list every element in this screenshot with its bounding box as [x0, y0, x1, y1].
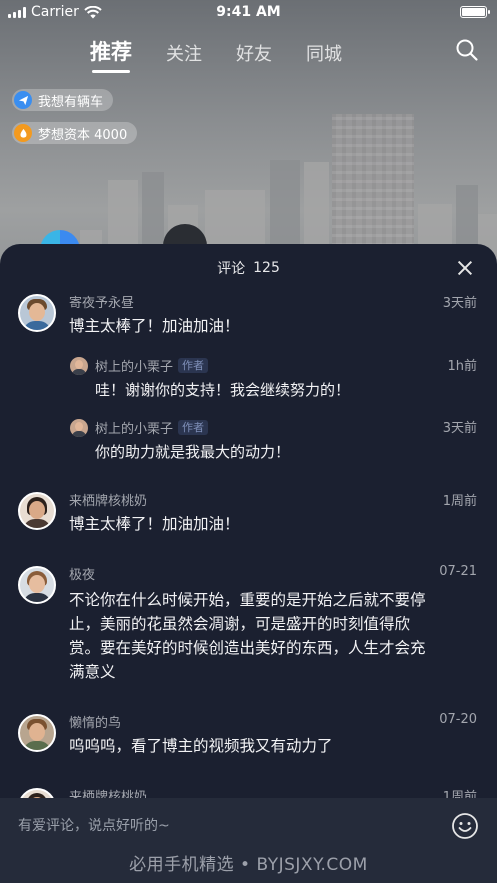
avatar[interactable]: [18, 714, 56, 752]
comment-title: 评论: [217, 261, 246, 277]
comment-author[interactable]: 寄夜予永昼: [69, 292, 134, 311]
comment-time: 07-20: [439, 712, 477, 727]
emoji-icon[interactable]: [451, 812, 479, 840]
reply-avatar[interactable]: [70, 357, 88, 375]
reply-author-name: 树上的小栗子: [95, 360, 174, 375]
reply-author[interactable]: 树上的小栗子 作者: [95, 356, 209, 375]
comment-input[interactable]: [18, 814, 428, 838]
reply-text: 哇！谢谢你的支持！我会继续努力的！: [95, 381, 351, 399]
avatar[interactable]: [18, 566, 56, 604]
tab-nearby[interactable]: 同城: [306, 40, 342, 66]
battery-icon: [460, 6, 490, 18]
wish-tag-capital[interactable]: 梦想资本 4000: [12, 122, 138, 144]
comment-text: 博主太棒了！加油加油！: [69, 515, 240, 533]
comment-text: 博主太棒了！加油加油！: [69, 317, 240, 335]
author-badge: 作者: [178, 358, 209, 373]
avatar[interactable]: [18, 492, 56, 530]
status-time: 9:41 AM: [216, 4, 281, 20]
close-icon[interactable]: [457, 260, 473, 276]
comment-author[interactable]: 来栖牌核桃奶: [69, 490, 147, 509]
reply-text: 你的助力就是我最大的动力！: [95, 443, 291, 461]
coin-icon: [14, 124, 32, 142]
wish-tag-capital-label: 梦想资本 4000: [38, 127, 128, 143]
reply-time: 1h前: [447, 359, 477, 374]
comment-time: 1周前: [442, 494, 477, 509]
comment-text: 不论你在什么时候开始，重要的是开始之后就不要停止，美丽的花虽然会凋谢，可是盛开的…: [69, 591, 426, 681]
author-badge: 作者: [178, 420, 209, 435]
paper-plane-icon: [14, 91, 32, 109]
tab-friends[interactable]: 好友: [236, 40, 272, 66]
comment-count: 125: [253, 260, 280, 276]
comment-time: 3天前: [442, 296, 477, 311]
comment-sheet-header: 评论 125: [0, 244, 497, 292]
tab-following[interactable]: 关注: [166, 40, 202, 66]
comment-sheet: 评论 125 寄夜予永昼 3天前 博主太棒了！加油加油！ 树上的小栗子 作者 1…: [0, 244, 497, 883]
status-bar: Carrier 9:41 AM: [0, 0, 497, 24]
feed-tabs: 推荐 关注 好友 同城: [90, 36, 342, 73]
wish-tag-car[interactable]: 我想有辆车: [12, 89, 114, 111]
avatar[interactable]: [18, 294, 56, 332]
reply-author-name: 树上的小栗子: [95, 422, 174, 437]
search-icon[interactable]: [455, 38, 479, 62]
wish-tag-car-label: 我想有辆车: [38, 94, 104, 110]
comment-author[interactable]: 极夜: [69, 564, 95, 583]
comment-text: 呜呜呜，看了博主的视频我又有动力了: [69, 737, 333, 755]
tab-recommended[interactable]: 推荐: [90, 36, 132, 73]
reply-time: 3天前: [442, 421, 477, 436]
comment-time: 07-21: [439, 564, 477, 579]
watermark-text: 必用手机精选 • BYJSJXY.COM: [129, 855, 368, 875]
comment-input-bar: 必用手机精选 • BYJSJXY.COM: [0, 798, 497, 883]
reply-avatar[interactable]: [70, 419, 88, 437]
comment-author[interactable]: 懒惰的鸟: [69, 712, 121, 731]
reply-author[interactable]: 树上的小栗子 作者: [95, 418, 209, 437]
